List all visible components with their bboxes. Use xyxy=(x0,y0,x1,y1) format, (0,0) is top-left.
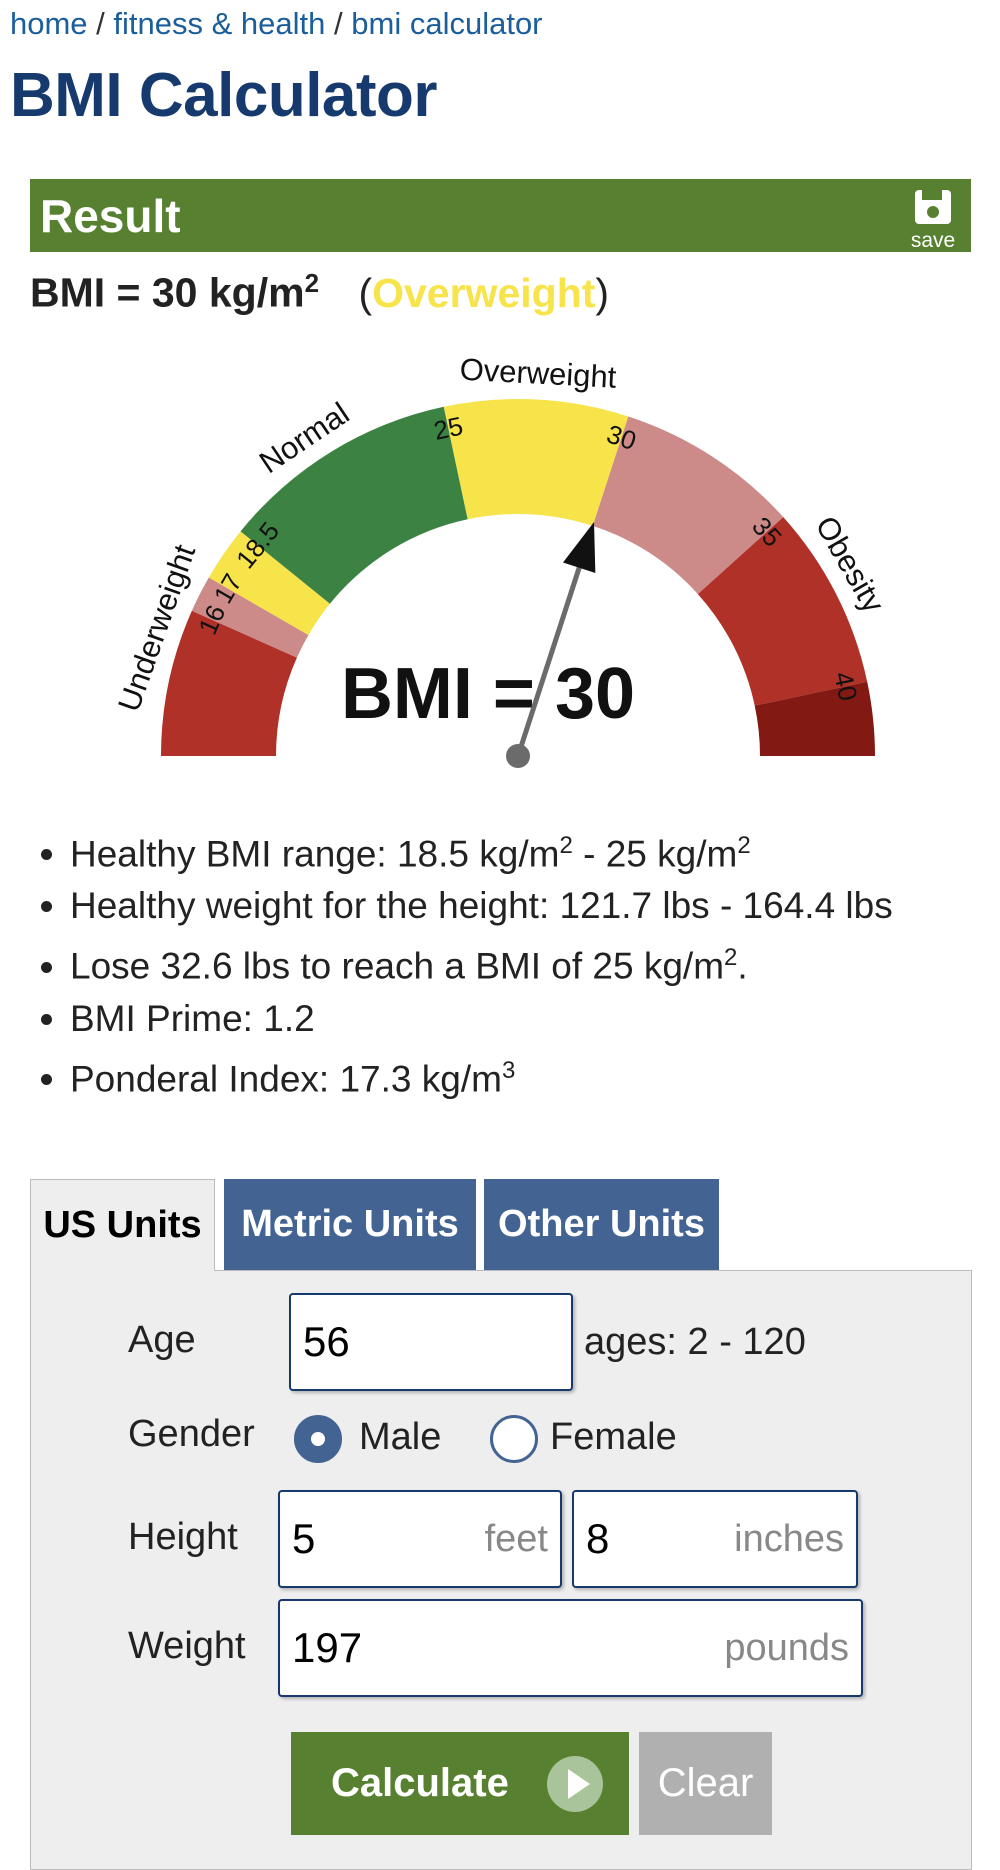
bmi-form: Age ages: 2 - 120 Gender Male Female Hei… xyxy=(30,1270,972,1870)
stat-exponent: 2 xyxy=(724,944,738,972)
breadcrumb: home / fitness & health / bmi calculator xyxy=(10,6,543,42)
weight-input[interactable] xyxy=(292,1601,672,1695)
tab-metric-units[interactable]: Metric Units xyxy=(224,1179,476,1271)
height-inches-input[interactable] xyxy=(586,1492,706,1586)
gender-female-radio[interactable] xyxy=(490,1415,538,1463)
stat-text: . xyxy=(737,945,748,987)
gauge-needle-hub xyxy=(506,744,530,768)
age-input-box[interactable] xyxy=(289,1293,573,1391)
gauge-tick-label: 25 xyxy=(431,411,466,446)
result-stat-item: Healthy weight for the height: 121.7 lbs… xyxy=(70,880,893,932)
bmi-summary: BMI = 30 kg/m2 (Overweight) xyxy=(30,268,609,317)
calculate-button[interactable]: Calculate xyxy=(291,1732,629,1835)
result-stat-item: BMI Prime: 1.2 xyxy=(70,993,893,1045)
play-icon xyxy=(547,1756,603,1812)
gender-label: Gender xyxy=(128,1413,255,1455)
gauge-value-text: BMI = 30 xyxy=(341,654,635,734)
height-label: Height xyxy=(128,1516,238,1558)
height-feet-input[interactable] xyxy=(292,1492,442,1586)
result-stat-item: Lose 32.6 lbs to reach a BMI of 25 kg/m2… xyxy=(70,932,893,992)
pounds-unit-label: pounds xyxy=(724,1626,849,1669)
breadcrumb-current-link[interactable]: bmi calculator xyxy=(351,6,542,41)
stat-text: Ponderal Index: 17.3 kg/m xyxy=(70,1057,502,1099)
save-button[interactable]: save xyxy=(903,189,963,252)
stat-text: BMI Prime: 1.2 xyxy=(70,997,315,1039)
tab-other-units[interactable]: Other Units xyxy=(484,1179,719,1271)
floppy-disk-icon xyxy=(915,190,951,224)
stat-text: Lose 32.6 lbs to reach a BMI of 25 kg/m xyxy=(70,945,725,987)
age-label: Age xyxy=(128,1319,196,1361)
result-title: Result xyxy=(40,190,181,242)
stat-exponent: 2 xyxy=(737,832,751,859)
bmi-unit-exponent: 2 xyxy=(304,268,320,298)
paren-open: ( xyxy=(358,269,373,316)
bmi-category-wrapper: (Overweight) xyxy=(358,270,609,316)
gender-male-radio[interactable] xyxy=(294,1415,342,1463)
page-title: BMI Calculator xyxy=(10,61,438,130)
calculate-label: Calculate xyxy=(331,1761,509,1805)
gauge-category-label-overweight: Overweight xyxy=(459,352,618,395)
weight-input-box[interactable]: pounds xyxy=(278,1599,863,1697)
age-input[interactable] xyxy=(303,1295,558,1389)
breadcrumb-separator: / xyxy=(96,6,105,41)
stat-text: Healthy weight for the height: 121.7 lbs… xyxy=(70,885,893,927)
stat-text: - 25 kg/m xyxy=(572,833,738,875)
tab-us-units[interactable]: US Units xyxy=(30,1179,215,1271)
breadcrumb-category-link[interactable]: fitness & health xyxy=(113,6,325,41)
inches-unit-label: inches xyxy=(734,1517,844,1560)
results-list: Healthy BMI range: 18.5 kg/m2 - 25 kg/m2… xyxy=(30,820,893,1105)
age-range-hint: ages: 2 - 120 xyxy=(584,1321,806,1363)
feet-unit-label: feet xyxy=(484,1517,548,1560)
gender-female-label[interactable]: Female xyxy=(550,1416,677,1459)
stat-text: Healthy BMI range: 18.5 kg/m xyxy=(70,833,560,875)
bmi-value-text: BMI = 30 kg/m xyxy=(30,269,305,316)
result-stat-item: Healthy BMI range: 18.5 kg/m2 - 25 kg/m2 xyxy=(70,820,893,880)
breadcrumb-separator: / xyxy=(334,6,343,41)
gender-male-label[interactable]: Male xyxy=(359,1416,441,1459)
gauge-needle-head xyxy=(563,522,596,573)
save-label: save xyxy=(910,229,956,252)
stat-exponent: 3 xyxy=(501,1056,516,1084)
height-feet-box[interactable]: feet xyxy=(278,1490,562,1588)
clear-button[interactable]: Clear xyxy=(639,1732,772,1835)
result-header: Result save xyxy=(30,179,971,252)
stat-exponent: 2 xyxy=(559,832,573,859)
bmi-gauge: 161718.525 303540UnderweightNormalOverwei… xyxy=(111,352,892,768)
paren-close: ) xyxy=(595,269,610,316)
bmi-category: Overweight xyxy=(372,269,596,316)
result-stat-item: Ponderal Index: 17.3 kg/m3 xyxy=(70,1045,893,1105)
weight-label: Weight xyxy=(128,1625,246,1667)
height-inches-box[interactable]: inches xyxy=(572,1490,858,1588)
breadcrumb-home-link[interactable]: home xyxy=(10,6,88,41)
gauge-tick-label: 40 xyxy=(828,669,863,704)
